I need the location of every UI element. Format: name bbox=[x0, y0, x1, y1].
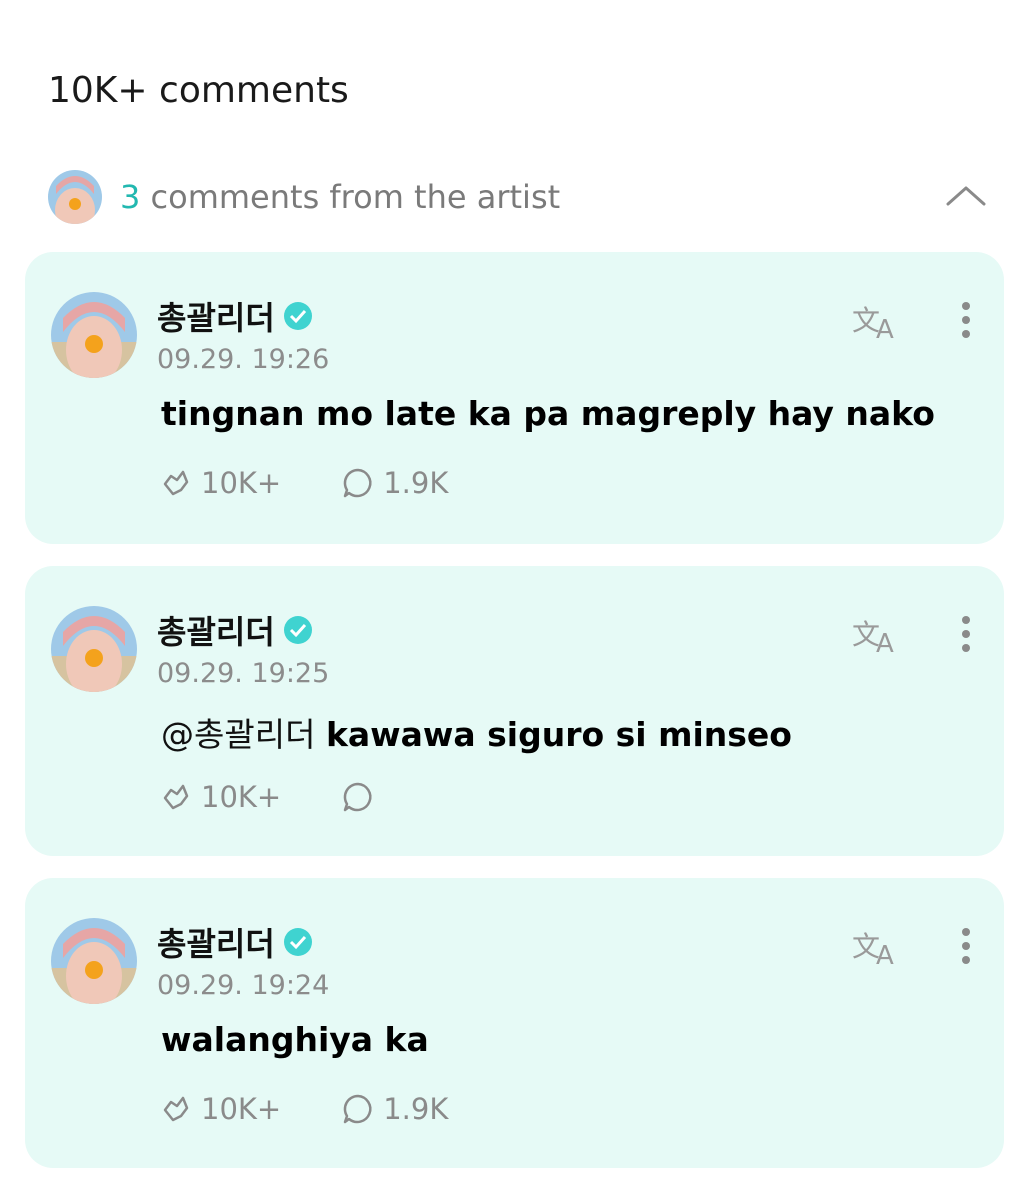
like-icon bbox=[163, 784, 189, 810]
artist-comment-card: 총괄리더 09.29. 19:25 @총괄리더 kawawa siguro si… bbox=[25, 566, 1004, 856]
artist-comment-card: 총괄리더 09.29. 19:26 tingnan mo late ka pa … bbox=[25, 252, 1004, 544]
svg-text:A: A bbox=[876, 629, 894, 656]
like-count: 10K+ bbox=[201, 1092, 282, 1126]
like-button[interactable]: 10K+ bbox=[159, 780, 281, 814]
reply-icon bbox=[343, 468, 372, 498]
comment-actions: 10K+ 1.9K bbox=[159, 1092, 448, 1126]
comment-timestamp: 09.29. 19:26 bbox=[157, 344, 330, 375]
comment-actions: 10K+ bbox=[159, 780, 383, 814]
more-vertical-icon[interactable] bbox=[958, 926, 974, 966]
artist-comments-label: comments from the artist bbox=[140, 178, 561, 216]
reply-button[interactable]: 1.9K bbox=[341, 466, 448, 500]
reply-icon bbox=[343, 782, 372, 812]
artist-avatar-small bbox=[48, 170, 102, 224]
reply-button[interactable] bbox=[341, 780, 383, 814]
artist-avatar[interactable] bbox=[51, 606, 137, 692]
comment-author[interactable]: 총괄리더 bbox=[157, 607, 313, 653]
author-name[interactable]: 총괄리더 bbox=[157, 607, 275, 653]
more-vertical-icon[interactable] bbox=[958, 300, 974, 340]
comment-text: tingnan mo late ka pa magreply hay nako bbox=[161, 394, 935, 433]
svg-text:A: A bbox=[876, 315, 894, 342]
reply-count: 1.9K bbox=[383, 1092, 449, 1126]
artist-comments-summary: 3 comments from the artist bbox=[120, 178, 560, 216]
verified-badge-icon bbox=[283, 928, 312, 956]
artist-comments-toggle[interactable]: 3 comments from the artist bbox=[48, 170, 988, 226]
artist-avatar[interactable] bbox=[51, 292, 137, 378]
translate-icon[interactable]: 文A bbox=[852, 614, 902, 659]
chevron-up-icon[interactable] bbox=[944, 180, 988, 210]
comment-actions: 10K+ 1.9K bbox=[159, 466, 448, 500]
reply-count: 1.9K bbox=[383, 466, 449, 500]
artist-comment-card: 총괄리더 09.29. 19:24 walanghiya ka 10K+ 1.9… bbox=[25, 878, 1004, 1168]
comment-timestamp: 09.29. 19:24 bbox=[157, 970, 330, 1001]
comment-count-title: 10K+ comments bbox=[48, 70, 349, 111]
like-icon bbox=[163, 1096, 189, 1122]
translate-icon[interactable]: 文A bbox=[852, 300, 902, 345]
comment-timestamp: 09.29. 19:25 bbox=[157, 658, 330, 689]
verified-badge-icon bbox=[283, 302, 312, 330]
translate-icon[interactable]: 文A bbox=[852, 926, 902, 971]
svg-text:A: A bbox=[876, 941, 894, 968]
comment-text: @총괄리더 kawawa siguro si minseo bbox=[161, 708, 792, 756]
artist-comment-count: 3 bbox=[120, 178, 141, 216]
comment-author[interactable]: 총괄리더 bbox=[157, 919, 313, 965]
comment-message: tingnan mo late ka pa magreply hay nako bbox=[161, 394, 935, 433]
reply-button[interactable]: 1.9K bbox=[341, 1092, 448, 1126]
comment-text: walanghiya ka bbox=[161, 1020, 429, 1059]
comment-message: walanghiya ka bbox=[161, 1020, 429, 1059]
reply-icon bbox=[343, 1094, 372, 1124]
comment-message: kawawa siguro si minseo bbox=[325, 715, 792, 754]
like-count: 10K+ bbox=[201, 780, 282, 814]
author-name[interactable]: 총괄리더 bbox=[157, 293, 275, 339]
like-icon bbox=[163, 470, 189, 496]
author-name[interactable]: 총괄리더 bbox=[157, 919, 275, 965]
verified-badge-icon bbox=[283, 616, 312, 644]
like-count: 10K+ bbox=[201, 466, 282, 500]
like-button[interactable]: 10K+ bbox=[159, 1092, 281, 1126]
artist-avatar[interactable] bbox=[51, 918, 137, 1004]
more-vertical-icon[interactable] bbox=[958, 614, 974, 654]
like-button[interactable]: 10K+ bbox=[159, 466, 281, 500]
comment-mention[interactable]: @총괄리더 bbox=[161, 715, 326, 754]
comment-author[interactable]: 총괄리더 bbox=[157, 293, 313, 339]
